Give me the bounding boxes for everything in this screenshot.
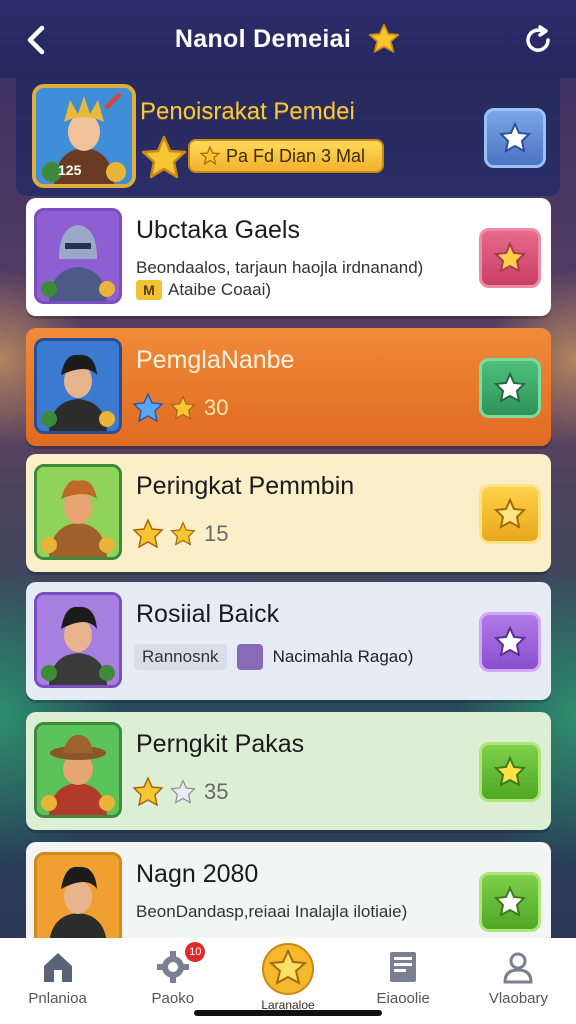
star-badge-icon: [493, 497, 527, 529]
reward-pill: Pa Fd Dian 3 Mal: [188, 139, 384, 173]
nav-label: Paoko: [151, 990, 195, 1007]
chevron-left-icon: [27, 25, 45, 55]
item-name: Rosiial Baick: [136, 600, 280, 628]
item-description: BeonDandasp,reiaai Inalajla ilotiaie): [136, 902, 408, 921]
warrior-portrait-icon: [37, 467, 119, 557]
pet-icon: [236, 644, 263, 670]
item-rating: 15: [132, 518, 228, 550]
refresh-icon: [526, 25, 550, 52]
star-icon: [170, 521, 196, 546]
star-icon: [368, 23, 400, 53]
rating-value: 15: [204, 521, 229, 546]
item-name: PemglaNanbe: [136, 346, 295, 374]
nav-item-home[interactable]: Pnlanioa: [0, 938, 115, 1024]
item-name: Peringkat Pemmbin: [136, 472, 355, 500]
star-icon: [141, 135, 187, 179]
home-icon: [43, 953, 72, 982]
star-icon: [132, 776, 164, 807]
rank-tag: Rannosnk: [134, 644, 227, 670]
player-avatar[interactable]: 125: [32, 84, 136, 188]
refresh-button[interactable]: [520, 22, 556, 58]
avatar: [34, 464, 122, 560]
item-rating: 35: [132, 776, 228, 808]
badge-icon: M: [136, 280, 162, 300]
star-icon: [170, 395, 196, 420]
star-badge-icon: [498, 121, 532, 153]
header-title: Penoisrakat Pemdei: [140, 98, 355, 125]
item-detail: M Ataibe Coaai): [136, 280, 271, 300]
avatar: [34, 338, 122, 434]
tag-detail: Nacimahla Ragao): [272, 647, 414, 666]
card-action-button[interactable]: [479, 872, 541, 932]
top-bar: Nanol Demeiai: [0, 0, 576, 78]
nav-item-profile[interactable]: Vlaobary: [461, 938, 576, 1024]
card-action-button[interactable]: [479, 358, 541, 418]
avatar: [34, 852, 122, 948]
user-icon: [503, 952, 533, 984]
reward-pill-text: Pa Fd Dian 3 Mal: [226, 145, 366, 166]
player-level: 125: [58, 162, 82, 178]
home-indicator[interactable]: [194, 1010, 382, 1016]
star-badge-icon: [493, 755, 527, 787]
document-icon: [390, 952, 417, 982]
card-action-button[interactable]: [479, 484, 541, 544]
item-description: Beondaalos, tarjaun haojla irdnanand): [136, 258, 424, 277]
list-item[interactable]: Peringkat Pemmbin 15: [26, 454, 551, 572]
list-item[interactable]: Ubctaka Gaels Beondaalos, tarjaun haojla…: [26, 198, 551, 316]
list-item[interactable]: PemglaNanbe 30: [26, 328, 551, 446]
avatar: [34, 722, 122, 818]
card-action-button[interactable]: [479, 612, 541, 672]
avatar: [34, 208, 122, 304]
hero-portrait-icon: [37, 855, 119, 945]
back-button[interactable]: [18, 22, 54, 58]
rating-value: 35: [204, 779, 229, 804]
knight-portrait-icon: [37, 211, 119, 301]
item-name: Ubctaka Gaels: [136, 216, 300, 244]
star-icon: [132, 518, 164, 549]
star-badge-icon: [493, 885, 527, 917]
avatar: [34, 592, 122, 688]
rating-value: 30: [204, 395, 229, 420]
nav-label: Pnlanioa: [28, 990, 87, 1007]
item-name: Perngkit Pakas: [136, 730, 305, 758]
nav-label: Eiaoolie: [376, 990, 430, 1007]
card-action-button[interactable]: [479, 228, 541, 288]
star-icon: [262, 943, 314, 995]
notification-badge: 10: [185, 942, 206, 962]
explorer-portrait-icon: [37, 725, 119, 815]
list-item[interactable]: Perngkit Pakas 35: [26, 712, 551, 830]
star-outline-icon: [170, 779, 196, 804]
puzzle-star-icon: [493, 241, 527, 273]
hero-portrait-icon: [36, 88, 132, 184]
list-item[interactable]: Rosiial Baick Rannosnk Nacimahla Ragao): [26, 582, 551, 700]
card-action-button[interactable]: [479, 742, 541, 802]
star-badge-icon: [493, 371, 527, 403]
nav-label: Vlaobary: [488, 990, 549, 1007]
rogue-portrait-icon: [37, 595, 119, 685]
star-badge-icon: [493, 625, 527, 657]
star-icon: [200, 146, 220, 166]
page-title: Nanol Demeiai: [174, 24, 352, 53]
item-tags: Rannosnk Nacimahla Ragao): [134, 644, 413, 670]
item-rating: 30: [132, 392, 228, 424]
player-header-card: 125 Penoisrakat Pemdei Pa Fd Dian 3 Mal: [16, 78, 560, 196]
hero-portrait-icon: [37, 341, 119, 431]
item-name: Nagn 2080: [136, 860, 259, 888]
header-action-button[interactable]: [484, 108, 546, 168]
blue-star-icon: [132, 392, 164, 423]
item-detail-text: Ataibe Coaai): [168, 280, 272, 299]
